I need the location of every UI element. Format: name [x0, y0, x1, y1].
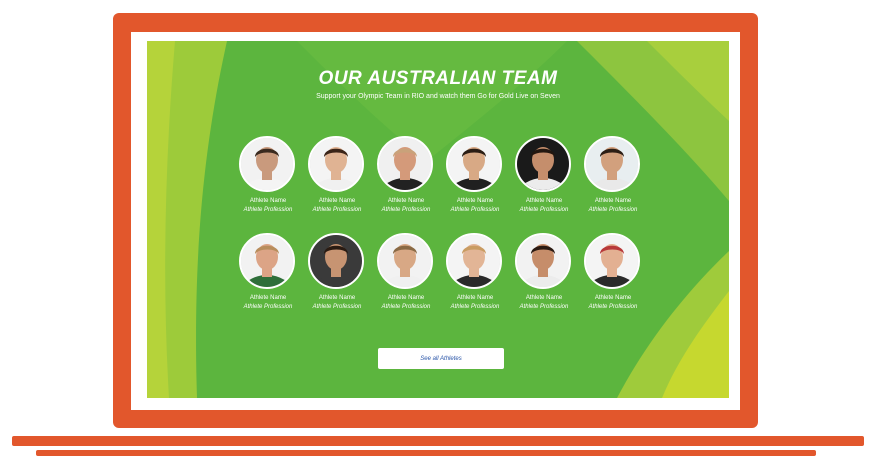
athlete-profession: Athlete Profession — [243, 304, 293, 310]
athlete-name: Athlete Name — [318, 198, 356, 204]
athlete-name: Athlete Name — [525, 295, 563, 301]
athlete-photo[interactable] — [308, 233, 364, 289]
see-all-athletes-button[interactable]: See all Athletes — [378, 348, 504, 369]
athlete-photo[interactable] — [515, 233, 571, 289]
athlete-name: Athlete Name — [249, 295, 287, 301]
athlete-photo[interactable] — [584, 136, 640, 192]
athlete-name: Athlete Name — [456, 198, 494, 204]
screen: OUR AUSTRALIAN TEAM Support your Olympic… — [147, 41, 729, 398]
athlete-photo[interactable] — [377, 233, 433, 289]
page-subtitle: Support your Olympic Team in RIO and wat… — [316, 93, 560, 100]
laptop-base-stroke — [12, 436, 864, 446]
athlete-name: Athlete Name — [387, 198, 425, 204]
athlete-name: Athlete Name — [249, 198, 287, 204]
athlete-profession: Athlete Profession — [381, 207, 431, 213]
laptop-base-stroke-2 — [36, 450, 816, 456]
athlete-name: Athlete Name — [387, 295, 425, 301]
athlete-photo[interactable] — [239, 233, 295, 289]
athlete-profession: Athlete Profession — [450, 207, 500, 213]
athlete-profession: Athlete Profession — [588, 304, 638, 310]
athlete-name: Athlete Name — [594, 295, 632, 301]
athlete-photo[interactable] — [377, 136, 433, 192]
athlete-profession: Athlete Profession — [381, 304, 431, 310]
athlete-photo[interactable] — [446, 233, 502, 289]
athlete-profession: Athlete Profession — [450, 304, 500, 310]
athlete-profession: Athlete Profession — [519, 304, 569, 310]
athlete-name: Athlete Name — [525, 198, 563, 204]
athlete-photo[interactable] — [515, 136, 571, 192]
page-title: OUR AUSTRALIAN TEAM — [318, 68, 558, 89]
athlete-profession: Athlete Profession — [519, 207, 569, 213]
athlete-photo[interactable] — [446, 136, 502, 192]
athlete-profession: Athlete Profession — [588, 207, 638, 213]
athlete-photo[interactable] — [239, 136, 295, 192]
athlete-photo[interactable] — [308, 136, 364, 192]
athlete-profession: Athlete Profession — [312, 207, 362, 213]
athlete-name: Athlete Name — [318, 295, 356, 301]
athlete-name: Athlete Name — [456, 295, 494, 301]
athlete-profession: Athlete Profession — [312, 304, 362, 310]
athlete-photo[interactable] — [584, 233, 640, 289]
athlete-profession: Athlete Profession — [243, 207, 293, 213]
athlete-name: Athlete Name — [594, 198, 632, 204]
